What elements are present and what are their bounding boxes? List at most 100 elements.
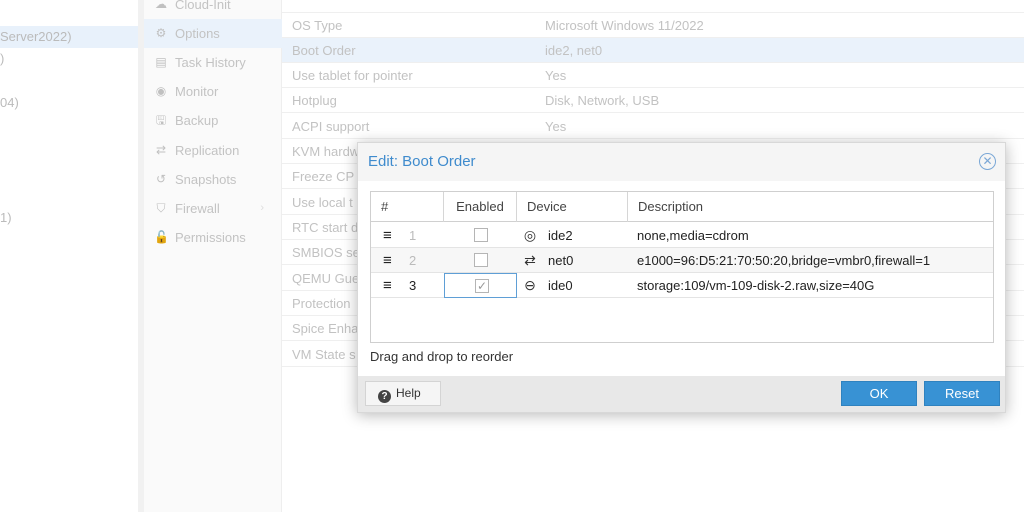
close-icon[interactable]: ✕ (979, 153, 996, 170)
option-value: ide2, net0 (545, 43, 603, 58)
options-row[interactable]: Use tablet for pointer Yes (282, 63, 1024, 88)
option-key: Hotplug (292, 93, 337, 108)
option-key: OS Type (292, 18, 343, 33)
cdrom-icon: ◎ (523, 227, 537, 243)
floppy-icon: 🖫 (155, 113, 167, 127)
tree-item-label: ) (0, 51, 5, 66)
nav-item-label: Backup (175, 113, 219, 128)
device-name: ide2 (548, 228, 573, 243)
retweet-icon: ⇄ (155, 143, 167, 157)
column-header-device[interactable]: Device (517, 192, 628, 222)
option-key: KVM hardw (292, 144, 360, 159)
device-description: e1000=96:D5:21:70:50:20,bridge=vmbr0,fir… (637, 253, 931, 268)
boot-order-grid: # Enabled Device Description ≡ 1 ◎ ide2 … (370, 191, 994, 343)
device-description: none,media=cdrom (637, 228, 749, 243)
help-button[interactable]: ? Help (365, 381, 441, 406)
option-value: Microsoft Windows 11/2022 (545, 18, 704, 33)
tree-item-label: 1) (0, 210, 12, 225)
nav-item-monitor[interactable]: ◉ Monitor (144, 77, 282, 106)
question-circle-icon: ? (378, 390, 391, 403)
dialog-footer: ? Help OK Reset (358, 376, 1005, 412)
nav-item-label: Replication (175, 143, 240, 158)
boot-device-row[interactable]: ≡ 3 ✓ ⊖ ide0 storage:109/vm-109-disk-2.r… (371, 273, 993, 298)
shield-icon: ⛉ (156, 201, 166, 215)
tree-item[interactable]: Server2022) (0, 26, 138, 48)
options-row[interactable]: Hotplug Disk, Network, USB (282, 88, 1024, 113)
nav-item-firewall[interactable]: ⛉ Firewall › (144, 194, 282, 223)
device-name: net0 (548, 253, 574, 268)
drag-handle-icon[interactable]: ≡ (383, 223, 392, 248)
enabled-checkbox[interactable] (474, 228, 488, 242)
enabled-checkbox[interactable]: ✓ (475, 279, 489, 293)
nav-item-task-history[interactable]: ▤ Task History (144, 48, 282, 77)
column-header-enabled[interactable]: Enabled (444, 192, 517, 222)
boot-device-row[interactable]: ≡ 1 ◎ ide2 none,media=cdrom (371, 223, 993, 248)
hdd-icon: ⊖ (524, 277, 536, 293)
nav-item-label: Task History (175, 55, 246, 70)
eye-icon: ◉ (155, 84, 167, 98)
nav-item-options[interactable]: ⚙ Options (144, 19, 282, 48)
device-name: ide0 (548, 278, 573, 293)
enabled-cell: ✓ (444, 273, 517, 298)
unlock-icon: 🔓 (154, 230, 169, 244)
nav-item-label: Permissions (175, 230, 246, 245)
tree-item-label: 04) (0, 95, 19, 110)
edit-boot-order-dialog: Edit: Boot Order ✕ # Enabled Device Desc… (357, 142, 1006, 413)
option-key: Use tablet for pointer (292, 68, 413, 83)
reorder-hint: Drag and drop to reorder (370, 349, 514, 364)
device-description: storage:109/vm-109-disk-2.raw,size=40G (637, 278, 875, 293)
list-icon: ▤ (155, 55, 167, 69)
reset-button[interactable]: Reset (924, 381, 1000, 406)
nav-item-label: Monitor (175, 84, 219, 99)
boot-order-number: 1 (409, 228, 417, 243)
chevron-right-icon: › (260, 202, 264, 214)
option-key: Boot Order (292, 43, 356, 58)
enabled-checkbox[interactable] (474, 253, 488, 267)
tree-item[interactable]: ) (0, 48, 138, 70)
boot-device-row[interactable]: ≡ 2 ⇄ net0 e1000=96:D5:21:70:50:20,bridg… (371, 248, 993, 273)
grid-header: # Enabled Device Description (371, 192, 993, 222)
nav-item-label: Firewall (175, 201, 220, 216)
network-icon: ⇄ (524, 252, 536, 268)
boot-order-number: 2 (409, 253, 417, 268)
drag-handle-icon[interactable]: ≡ (383, 248, 392, 273)
nav-item-permissions[interactable]: 🔓 Permissions (144, 223, 282, 252)
option-value: Yes (545, 68, 567, 83)
nav-item-label: Snapshots (175, 172, 237, 187)
option-key: Use local t (292, 195, 353, 210)
nav-item-backup[interactable]: 🖫 Backup (144, 106, 282, 135)
option-key: VM State s (292, 347, 356, 362)
nav-item-label: Cloud-Init (175, 0, 231, 12)
nav-item-label: Options (175, 26, 220, 41)
tree-item[interactable]: 1) (0, 207, 138, 229)
options-row[interactable]: Boot Order ide2, net0 (282, 38, 1024, 63)
nav-item-snapshots[interactable]: ↺ Snapshots (144, 165, 282, 194)
option-key: SMBIOS se (292, 245, 360, 260)
cloud-icon: ☁ (155, 0, 167, 11)
option-value: Disk, Network, USB (545, 93, 660, 108)
option-key: Spice Enha (292, 321, 359, 336)
gear-icon: ⚙ (155, 26, 167, 40)
nav-item-cloud-init[interactable]: ☁ Cloud-Init (144, 0, 282, 19)
option-key: ACPI support (292, 119, 370, 134)
vm-nav-menu: ☁ Cloud-Init ⚙ Options ▤ Task History ◉ … (144, 0, 282, 512)
ok-button[interactable]: OK (841, 381, 917, 406)
column-header-description[interactable]: Description (628, 192, 993, 222)
options-row[interactable]: ACPI support Yes (282, 114, 1024, 139)
option-key: QEMU Gue (292, 271, 360, 286)
options-row[interactable]: OS Type Microsoft Windows 11/2022 (282, 13, 1024, 38)
option-key: Protection (292, 296, 351, 311)
boot-order-number: 3 (409, 278, 417, 293)
tree-item[interactable]: 04) (0, 92, 138, 114)
resource-tree: Server2022) ) 04) 1) (0, 0, 138, 512)
column-header-num[interactable]: # (371, 192, 444, 222)
options-row[interactable] (282, 0, 1024, 13)
tree-item-label: Server2022) (0, 29, 72, 44)
option-key: RTC start d (292, 220, 359, 235)
enabled-cell (444, 248, 517, 273)
drag-handle-icon[interactable]: ≡ (383, 273, 392, 298)
option-key: Freeze CP (292, 169, 355, 184)
dialog-header[interactable]: Edit: Boot Order ✕ (358, 143, 1005, 181)
enabled-cell (444, 223, 517, 248)
nav-item-replication[interactable]: ⇄ Replication (144, 136, 282, 165)
